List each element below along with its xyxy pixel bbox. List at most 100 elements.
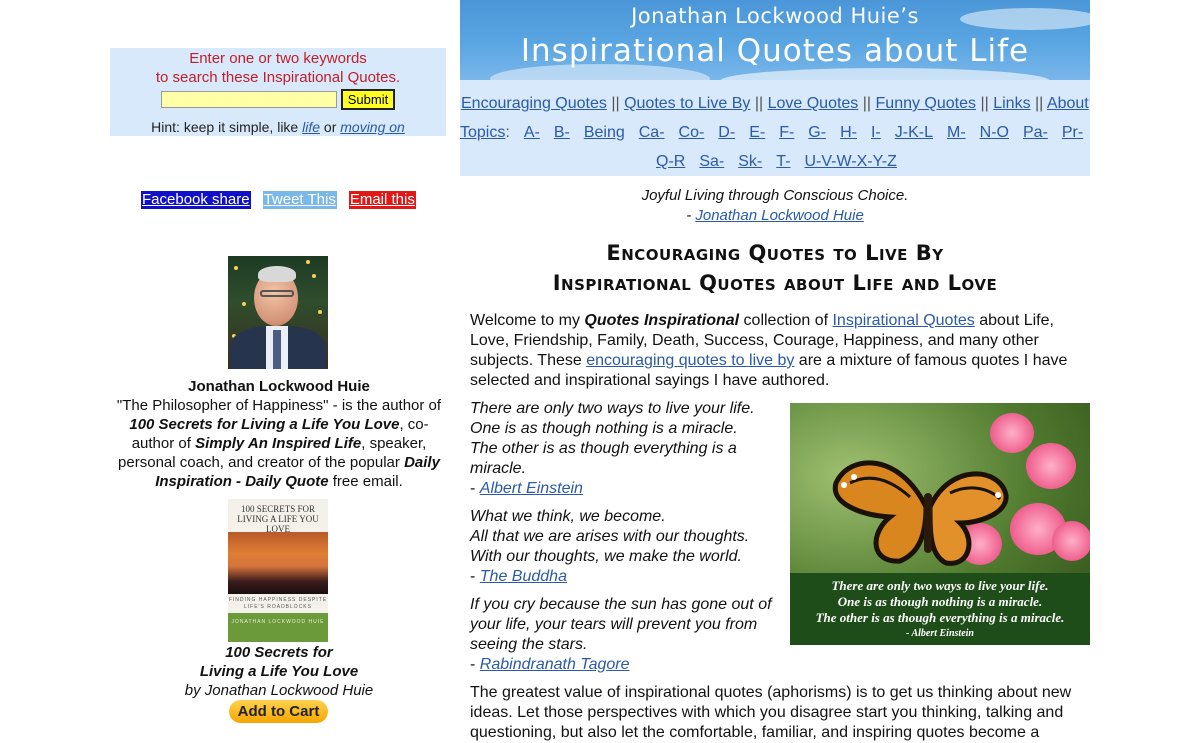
facebook-share-button[interactable]: Facebook share bbox=[141, 191, 251, 209]
quote-author-link[interactable]: Rabindranath Tagore bbox=[480, 656, 630, 673]
topic-link-b[interactable]: B- bbox=[554, 124, 570, 142]
nav-link-funny-quotes[interactable]: Funny Quotes bbox=[876, 95, 977, 112]
nav-link-about[interactable]: About bbox=[1047, 95, 1089, 112]
butterfly-icon bbox=[832, 460, 1009, 566]
quote-author-link[interactable]: Albert Einstein bbox=[480, 480, 583, 497]
page-title-line1: Encouraging Quotes to Live By bbox=[606, 241, 944, 265]
quote-line: miracle. bbox=[470, 460, 527, 477]
light-decoration bbox=[242, 302, 246, 306]
topic-link-pa[interactable]: Pa- bbox=[1023, 124, 1048, 142]
nav-link-love-quotes[interactable]: Love Quotes bbox=[768, 95, 859, 112]
banner-subtitle: Jonathan Lockwood Huie’s bbox=[631, 4, 919, 28]
quote-line: There are only two ways to live your lif… bbox=[470, 400, 755, 417]
nav-panel: Encouraging Quotes || Quotes to Live By … bbox=[460, 80, 1090, 176]
quote-attribution: - Rabindranath Tagore bbox=[470, 656, 630, 673]
author-bio: Jonathan Lockwood Huie "The Philosopher … bbox=[110, 377, 448, 491]
book-cover-sunset bbox=[228, 532, 328, 594]
topic-link-q-r[interactable]: Q-R bbox=[656, 153, 685, 171]
topics-label-link[interactable]: Topics bbox=[460, 124, 505, 142]
topic-link-sa[interactable]: Sa- bbox=[699, 153, 724, 171]
image-caption-attribution: - Albert Einstein bbox=[906, 628, 974, 639]
topic-link-m[interactable]: M- bbox=[947, 124, 966, 142]
topic-link-e[interactable]: E- bbox=[749, 124, 765, 142]
email-this-button[interactable]: Email this bbox=[348, 191, 416, 209]
nav-separator: || bbox=[1030, 95, 1047, 112]
hint-link-moving-on[interactable]: moving on bbox=[340, 119, 405, 135]
photo-hair bbox=[258, 266, 296, 282]
book-cover-subtitle: FINDING HAPPINESS DESPITE LIFE'S ROADBLO… bbox=[228, 597, 328, 610]
image-caption-line: The other is as though everything is a m… bbox=[815, 610, 1065, 625]
topic-link-t[interactable]: T- bbox=[776, 153, 790, 171]
flower-petal bbox=[1052, 521, 1090, 561]
intro-paragraph: Welcome to my Quotes Inspirational colle… bbox=[470, 311, 1090, 391]
topic-link-h[interactable]: H- bbox=[840, 124, 857, 142]
topic-link-pr[interactable]: Pr- bbox=[1062, 124, 1083, 142]
search-prompt-line2: to search these Inspirational Quotes. bbox=[155, 69, 401, 86]
tagline-author-link[interactable]: Jonathan Lockwood Huie bbox=[695, 207, 863, 224]
topics-colon: : bbox=[505, 124, 510, 141]
nav-link-quotes-to-live-by[interactable]: Quotes to Live By bbox=[624, 95, 750, 112]
quote-line: All that we are arises with our thoughts… bbox=[470, 528, 750, 545]
quote-attribution: - The Buddha bbox=[470, 568, 567, 585]
book-cover-title: 100 SECRETS FOR LIVING A LIFE YOU LOVE bbox=[237, 504, 319, 534]
intro-text: Welcome to my bbox=[470, 312, 585, 329]
quote-tagore: If you cry because the sun has gone out … bbox=[470, 595, 780, 675]
topics-row-1: Topics: A- B- Being Ca- Co- D- E- F- G- H- I- J-K-L M… bbox=[460, 124, 1097, 142]
book-cover-image[interactable]: 100 SECRETS FOR LIVING A LIFE YOU LOVE F… bbox=[228, 499, 328, 642]
quote-attribution: - Albert Einstein bbox=[470, 480, 583, 497]
image-quote-caption: There are only two ways to live your lif… bbox=[790, 573, 1090, 645]
hint-or: or bbox=[320, 119, 341, 135]
nav-link-links[interactable]: Links bbox=[993, 95, 1030, 112]
tagline-text: Joyful Living through Conscious Choice. bbox=[641, 187, 909, 204]
image-caption-line: There are only two ways to live your lif… bbox=[831, 578, 1049, 593]
topic-link-co[interactable]: Co- bbox=[679, 124, 705, 142]
quote-author-link[interactable]: The Buddha bbox=[480, 568, 567, 585]
page-title: Encouraging Quotes to Live By Inspiratio… bbox=[460, 238, 1090, 298]
search-hint: Hint: keep it simple, like life or movin… bbox=[110, 119, 446, 135]
butterfly-quote-image: There are only two ways to live your lif… bbox=[790, 403, 1090, 645]
search-panel: Enter one or two keywords to search thes… bbox=[110, 48, 446, 136]
author-name: Jonathan Lockwood Huie bbox=[188, 378, 370, 395]
submit-button[interactable]: Submit bbox=[340, 89, 396, 110]
topic-link-u-v-w-x-y-z[interactable]: U-V-W-X-Y-Z bbox=[804, 153, 896, 171]
site-banner[interactable]: Jonathan Lockwood Huie’s Inspirational Q… bbox=[460, 0, 1090, 80]
tweet-this-button[interactable]: Tweet This bbox=[262, 191, 337, 209]
nav-separator: || bbox=[976, 95, 994, 112]
topic-link-i[interactable]: I- bbox=[871, 124, 881, 142]
topic-link-g[interactable]: G- bbox=[808, 124, 826, 142]
book-caption: 100 Secrets for Living a Life You Love b… bbox=[110, 643, 448, 700]
topic-link-a[interactable]: A- bbox=[524, 124, 540, 142]
author-description: "The Philosopher of Happiness" - is the … bbox=[110, 396, 448, 491]
topic-link-j-k-l[interactable]: J-K-L bbox=[895, 124, 933, 142]
banner-title: Inspirational Quotes about Life bbox=[520, 33, 1030, 69]
bio-text: "The Philosopher of Happiness" - is the … bbox=[116, 397, 442, 414]
topic-link-sk[interactable]: Sk- bbox=[738, 153, 762, 171]
photo-tie bbox=[273, 330, 281, 369]
encouraging-quotes-link[interactable]: encouraging quotes to live by bbox=[586, 352, 794, 369]
topic-link-d[interactable]: D- bbox=[718, 124, 735, 142]
book-cover-band: JONATHAN LOCKWOOD HUIE bbox=[228, 613, 328, 642]
page-title-line2: Inspirational Quotes about Life and Love bbox=[552, 271, 998, 295]
quote-line: If you cry because the sun has gone out … bbox=[470, 596, 772, 613]
light-decoration bbox=[306, 260, 310, 264]
quote-line: seeing the stars. bbox=[470, 636, 588, 653]
inspirational-quotes-link[interactable]: Inspirational Quotes bbox=[832, 312, 974, 329]
hint-link-life[interactable]: life bbox=[302, 119, 320, 135]
search-input[interactable] bbox=[160, 91, 337, 108]
quote-line: One is as though nothing is a miracle. bbox=[470, 420, 738, 437]
topic-link-f[interactable]: F- bbox=[779, 124, 794, 142]
quote-einstein: There are only two ways to live your lif… bbox=[470, 399, 780, 499]
topic-link-n-o[interactable]: N-O bbox=[980, 124, 1009, 142]
banner-cloud bbox=[720, 68, 1050, 80]
tagline-dash: - bbox=[686, 207, 696, 224]
add-to-cart-button[interactable]: Add to Cart bbox=[229, 700, 328, 723]
topic-link-being[interactable]: Being bbox=[584, 124, 625, 142]
light-decoration bbox=[312, 274, 316, 278]
topic-link-ca[interactable]: Ca- bbox=[639, 124, 665, 142]
quote-line: With our thoughts, we make the world. bbox=[470, 548, 742, 565]
tagline-attribution: - Jonathan Lockwood Huie bbox=[460, 206, 1090, 226]
bio-text: free email. bbox=[328, 473, 403, 490]
nav-link-encouraging-quotes[interactable]: Encouraging Quotes bbox=[461, 95, 607, 112]
light-decoration bbox=[234, 266, 238, 270]
share-buttons: Facebook share Tweet This Email this bbox=[141, 191, 431, 209]
